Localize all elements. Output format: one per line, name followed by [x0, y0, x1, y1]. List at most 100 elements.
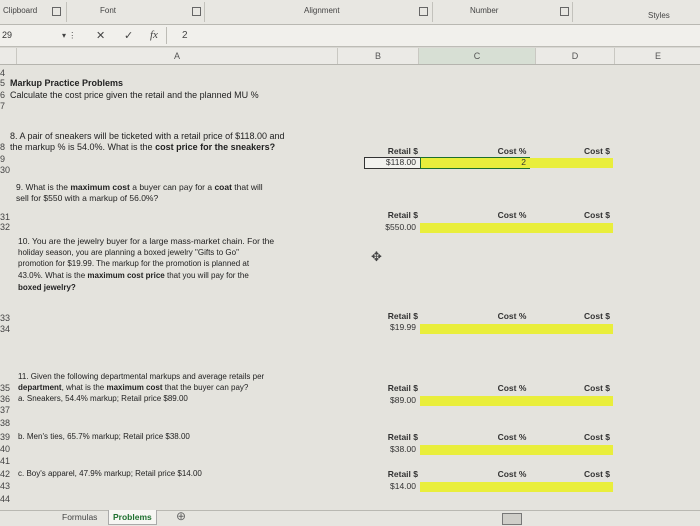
cost-label: Cost $: [584, 311, 610, 321]
retail-label: Retail $: [387, 432, 418, 442]
page-subtitle: Calculate the cost price given the retai…: [10, 90, 259, 100]
row-number[interactable]: 5: [0, 78, 5, 88]
cancel-icon[interactable]: ✕: [96, 29, 105, 42]
sheet-tab-bar: [0, 510, 700, 526]
enter-check-icon[interactable]: ✓: [124, 29, 133, 42]
clipboard-launcher-icon[interactable]: [52, 7, 61, 16]
q11-part-c: c. Boy's apparel, 47.9% markup; Retail p…: [18, 469, 202, 478]
q11-part-b: b. Men's ties, 65.7% markup; Retail pric…: [18, 432, 190, 441]
q10-line2: holiday season, you are planning a boxed…: [18, 248, 239, 257]
cost-pct-label: Cost %: [497, 469, 527, 479]
ribbon-group-clipboard: Clipboard: [3, 6, 38, 15]
q10-line3: promotion for $19.99. The markup for the…: [18, 259, 250, 268]
q10-line5: boxed jewelry?: [18, 283, 76, 292]
cost-pct-label: Cost %: [497, 210, 527, 220]
q10-line1: 10. You are the jewelry buyer for a larg…: [18, 236, 275, 246]
scrollbar-thumb[interactable]: [502, 513, 522, 525]
formula-input[interactable]: 2: [182, 30, 188, 41]
retail-value: $38.00: [390, 444, 416, 454]
retail-label: Retail $: [387, 311, 418, 321]
selected-cell-value: 2: [521, 157, 526, 167]
sheet-tab-problems[interactable]: Problems: [108, 510, 157, 525]
column-header-a[interactable]: A: [16, 48, 337, 64]
row-number[interactable]: 36: [0, 394, 10, 404]
row-number[interactable]: 30: [0, 165, 10, 175]
ribbon-separator: [572, 2, 573, 22]
ribbon-separator: [66, 2, 67, 22]
row-number[interactable]: 39: [0, 432, 10, 442]
q9-line2: sell for $550 with a markup of 56.0%?: [16, 193, 159, 203]
q8-line2: the markup % is 54.0%. What is the cost …: [10, 142, 276, 152]
retail-value: $550.00: [385, 222, 416, 232]
row-number[interactable]: 38: [0, 418, 10, 428]
retail-value: $14.00: [390, 481, 416, 491]
column-header-b[interactable]: B: [337, 48, 418, 64]
cost-pct-label: Cost %: [497, 432, 527, 442]
column-header-d[interactable]: D: [535, 48, 614, 64]
column-header-e[interactable]: E: [614, 48, 700, 64]
answer-highlight[interactable]: [420, 482, 613, 492]
cost-label: Cost $: [584, 383, 610, 393]
formula-bar-divider: [166, 27, 167, 44]
ribbon-group-font: Font: [100, 6, 117, 15]
ribbon-separator: [432, 2, 433, 22]
q11-part-a: a. Sneakers, 54.4% markup; Retail price …: [18, 394, 188, 403]
row-number[interactable]: 9: [0, 154, 5, 164]
retail-label: Retail $: [387, 383, 418, 393]
row-number[interactable]: 44: [0, 494, 10, 504]
row-number[interactable]: 8: [0, 142, 5, 152]
answer-highlight[interactable]: [420, 324, 613, 334]
answer-highlight[interactable]: [420, 396, 613, 406]
q8-line1: 8. A pair of sneakers will be ticketed w…: [10, 131, 285, 141]
retail-label: Retail $: [387, 469, 418, 479]
name-box[interactable]: 29: [0, 26, 60, 45]
answer-highlight[interactable]: [420, 223, 613, 233]
cost-label: Cost $: [584, 469, 610, 479]
row-number[interactable]: 31: [0, 212, 10, 222]
add-sheet-icon[interactable]: ⊕: [172, 510, 190, 524]
font-launcher-icon[interactable]: [192, 7, 201, 16]
cell-cursor-icon: ✥: [371, 249, 382, 264]
retail-label: Retail $: [387, 146, 418, 156]
retail-value: $118.00: [385, 157, 416, 167]
ribbon-group-styles: Styles: [648, 11, 670, 20]
cost-label: Cost $: [584, 210, 610, 220]
cost-pct-label: Cost %: [497, 383, 527, 393]
retail-value: $19.99: [390, 322, 416, 332]
retail-label: Retail $: [387, 210, 418, 220]
ribbon-group-alignment: Alignment: [304, 6, 340, 15]
q11-line2: department, what is the maximum cost tha…: [18, 383, 249, 392]
row-number[interactable]: 41: [0, 456, 10, 466]
cost-label: Cost $: [584, 146, 610, 156]
insert-function-icon[interactable]: fx: [150, 29, 158, 41]
row-number[interactable]: 6: [0, 90, 5, 100]
cost-pct-label: Cost %: [497, 146, 527, 156]
cost-label: Cost $: [584, 432, 610, 442]
ribbon: Clipboard Font Alignment Number Styles: [0, 0, 700, 25]
q11-line1: 11. Given the following departmental mar…: [18, 372, 265, 381]
row-number[interactable]: 42: [0, 469, 10, 479]
row-number[interactable]: 32: [0, 222, 10, 232]
ribbon-separator: [204, 2, 205, 22]
sheet-tab-formulas[interactable]: Formulas: [58, 510, 101, 524]
answer-highlight[interactable]: [420, 445, 613, 455]
column-header-c[interactable]: C: [418, 48, 535, 64]
q9-line1: 9. What is the maximum cost a buyer can …: [16, 182, 263, 192]
cost-highlight[interactable]: [529, 158, 613, 168]
row-number[interactable]: 34: [0, 324, 10, 334]
row-number[interactable]: 4: [0, 68, 5, 78]
cost-pct-label: Cost %: [497, 311, 527, 321]
alignment-launcher-icon[interactable]: [419, 7, 428, 16]
more-options-icon[interactable]: ▾ ⋮: [62, 31, 76, 40]
row-number[interactable]: 33: [0, 313, 10, 323]
ribbon-group-number: Number: [470, 6, 499, 15]
row-number[interactable]: 40: [0, 444, 10, 454]
row-number[interactable]: 37: [0, 405, 10, 415]
row-number[interactable]: 35: [0, 383, 10, 393]
row-number[interactable]: 43: [0, 481, 10, 491]
retail-value: $89.00: [390, 395, 416, 405]
page-title: Markup Practice Problems: [10, 78, 124, 88]
number-launcher-icon[interactable]: [560, 7, 569, 16]
row-number[interactable]: 7: [0, 101, 5, 111]
q10-line4: 43.0%. What is the maximum cost price th…: [18, 271, 249, 280]
